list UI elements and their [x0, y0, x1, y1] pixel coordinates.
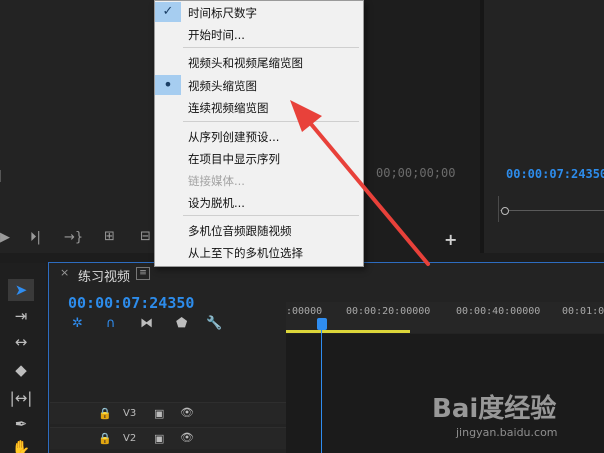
ruler-label: 00:01:00	[562, 306, 604, 317]
add-button-icon[interactable]: +	[444, 230, 457, 249]
menu-separator	[183, 215, 359, 216]
lock-icon[interactable]: 🔒	[98, 407, 112, 420]
tools-panel: ➤ ⇥ ↔ ◆ |↔| ✒ ✋	[0, 263, 46, 453]
lock-icon[interactable]: 🔒	[98, 432, 112, 445]
menu-item-start-time[interactable]: 开始时间...	[188, 27, 245, 43]
pen-tool-icon[interactable]: ✒	[8, 413, 34, 435]
menu-item-make-offline[interactable]: 设为脱机...	[188, 195, 245, 211]
close-icon[interactable]: ×	[60, 266, 69, 279]
track-name: V3	[123, 408, 137, 419]
context-menu: ✓ 时间标尺数字 开始时间... 视频头和视频尾缩览图 • 视频头缩览图 连续视…	[154, 0, 364, 267]
menu-separator	[183, 121, 359, 122]
track-header-v2: 🔒 V2 ▣ 👁	[50, 427, 286, 449]
menu-item-head-thumbnails[interactable]: 视频头缩览图	[188, 78, 257, 94]
menu-item-multicam-top-down[interactable]: 从上至下的多机位选择	[188, 245, 303, 261]
playhead-line[interactable]	[321, 318, 322, 453]
snap-icon[interactable]: ∩	[106, 316, 116, 331]
insert-icon[interactable]: ⊞	[104, 229, 115, 245]
track-select-tool-icon[interactable]: ⇥	[8, 305, 34, 327]
program-scrubber-track[interactable]	[500, 210, 604, 211]
program-monitor-panel	[484, 0, 604, 253]
go-to-out-icon[interactable]: →}	[64, 230, 83, 246]
program-divider	[498, 196, 499, 222]
track-header-v3: 🔒 V3 ▣ 👁	[50, 402, 286, 424]
eye-icon[interactable]: 👁	[180, 406, 194, 419]
selection-tool-icon[interactable]: ➤	[8, 279, 34, 301]
ruler-label: 00:00:40:00000	[456, 306, 541, 317]
source-edge-mark	[0, 170, 8, 182]
hand-tool-icon[interactable]: ✋	[8, 437, 34, 453]
ripple-edit-tool-icon[interactable]: ↔	[8, 331, 34, 353]
menu-separator	[183, 47, 359, 48]
playhead-handle-icon[interactable]	[317, 318, 327, 330]
menu-item-link-media: 链接媒体...	[188, 174, 245, 188]
work-area-bar[interactable]	[286, 330, 410, 333]
menu-item-continuous-thumbnails[interactable]: 连续视频缩览图	[188, 100, 269, 116]
watermark-url: jingyan.baidu.com	[456, 426, 558, 439]
time-ruler[interactable]	[286, 302, 604, 333]
ruler-label: 00:00:20:00000	[346, 306, 431, 317]
wrench-icon[interactable]: 🔧	[206, 316, 222, 331]
panel-menu-icon[interactable]: ≡	[136, 267, 150, 280]
source-timecode: 00;00;00;00	[376, 166, 456, 180]
overwrite-icon[interactable]: ⊟	[140, 229, 151, 245]
camera-icon[interactable]: ▣	[154, 407, 164, 420]
razor-tool-icon[interactable]: ◆	[8, 359, 34, 381]
menu-item-time-ruler-numbers[interactable]: 时间标尺数字	[188, 5, 257, 21]
program-timecode: 00:00:07:24350	[506, 167, 604, 181]
program-playhead-icon[interactable]	[501, 207, 509, 215]
sequence-timecode[interactable]: 00:00:07:24350	[68, 294, 194, 312]
menu-item-multicam-audio-follows-video[interactable]: 多机位音频跟随视频	[188, 223, 292, 239]
nest-snap-icon[interactable]: ✲	[72, 316, 83, 331]
radio-bullet-icon: •	[155, 75, 181, 95]
menu-item-head-tail-thumbnails[interactable]: 视频头和视频尾缩览图	[188, 55, 303, 71]
watermark-logo: Bai度经验	[432, 394, 557, 424]
menu-item-reveal-in-project[interactable]: 在项目中显示序列	[188, 151, 280, 167]
sequence-tab-title[interactable]: 练习视频	[78, 266, 130, 285]
checkmark-icon: ✓	[155, 2, 181, 22]
camera-icon[interactable]: ▣	[154, 432, 164, 445]
slip-tool-icon[interactable]: |↔|	[8, 387, 34, 409]
track-name: V2	[123, 433, 137, 444]
play-icon[interactable]: ▶	[0, 230, 10, 246]
add-marker-icon[interactable]: ⬟	[176, 316, 187, 331]
step-forward-icon[interactable]: ⏵|	[30, 230, 41, 246]
watermark: Bai度经验 jingyan.baidu.com	[432, 388, 582, 444]
eye-icon[interactable]: 👁	[180, 431, 194, 444]
ruler-label: :00000	[286, 306, 323, 317]
menu-item-create-preset[interactable]: 从序列创建预设...	[188, 129, 279, 145]
linked-selection-icon[interactable]: ⧓	[140, 316, 153, 331]
